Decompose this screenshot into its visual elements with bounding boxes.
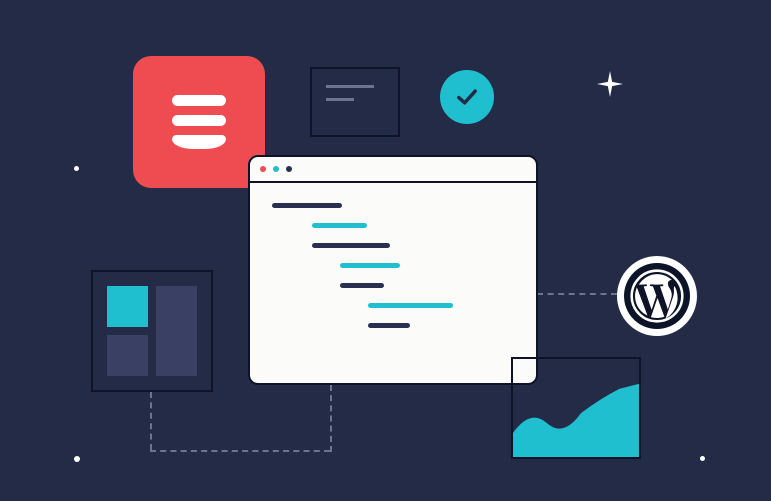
brand-logo-stroke xyxy=(172,95,226,106)
connector-line xyxy=(537,293,617,295)
document-card xyxy=(310,67,400,137)
code-line xyxy=(340,263,400,268)
chart-card xyxy=(511,357,641,459)
grid-cell xyxy=(107,335,148,376)
code-body xyxy=(250,183,536,348)
code-editor-window xyxy=(248,155,538,385)
decorative-dot xyxy=(74,166,79,171)
code-line xyxy=(368,323,410,328)
brand-logo-card xyxy=(133,56,265,188)
wordpress-badge xyxy=(617,256,697,336)
sparkle-icon xyxy=(597,71,623,97)
decorative-dot xyxy=(700,456,705,461)
grid-cell-accent xyxy=(107,286,148,327)
window-titlebar xyxy=(250,157,536,183)
area-chart-icon xyxy=(513,379,639,457)
traffic-light-close-icon xyxy=(260,166,266,172)
traffic-light-minimize-icon xyxy=(273,166,279,172)
document-line xyxy=(326,98,354,101)
traffic-light-zoom-icon xyxy=(286,166,292,172)
connector-line xyxy=(150,450,330,452)
connector-line xyxy=(150,392,152,450)
connector-line xyxy=(330,385,332,452)
checkmark-badge xyxy=(440,70,494,124)
layout-grid-card xyxy=(91,270,213,392)
decorative-dot xyxy=(74,456,80,462)
check-icon xyxy=(453,83,481,111)
code-line xyxy=(368,303,453,308)
grid-cell xyxy=(156,286,197,376)
code-line xyxy=(312,243,390,248)
code-line xyxy=(340,283,384,288)
brand-logo-stroke xyxy=(172,115,226,126)
document-line xyxy=(326,85,374,88)
brand-logo-stroke xyxy=(172,135,226,149)
wordpress-icon xyxy=(624,263,690,329)
code-line xyxy=(312,223,367,228)
code-line xyxy=(272,203,342,208)
